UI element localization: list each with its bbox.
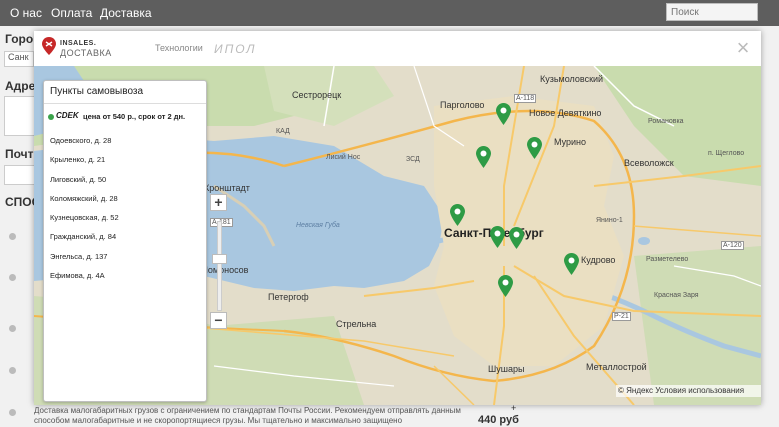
- postcode-field[interactable]: [4, 165, 36, 185]
- logo-subtext: ДОСТАВКА: [60, 48, 112, 58]
- city-label: Горо: [5, 32, 34, 46]
- pickup-points-panel: Пункты самовывоза СDEK цена от 540 р., с…: [43, 80, 207, 402]
- map-label-zsd: ЗСД: [406, 156, 420, 163]
- map-label-lomonosov: Ломоносов: [202, 265, 249, 275]
- map-copyright[interactable]: © Яндекс Условия использования: [616, 385, 761, 397]
- map-label-strelna: Стрельна: [336, 319, 377, 329]
- map-label-metallostroy: Металлострой: [586, 362, 647, 372]
- map-label-vsevolozhsk: Всеволожск: [624, 158, 674, 168]
- cdek-logo: СDEK: [56, 111, 79, 120]
- nav-link-payment[interactable]: Оплата: [51, 6, 92, 20]
- map-label-kudrovo: Кудрово: [581, 255, 616, 265]
- map-label-razmetelevo: Разметелево: [646, 256, 689, 263]
- list-item[interactable]: Коломяжский, д. 28: [50, 194, 200, 213]
- panel-divider: [44, 103, 206, 104]
- map-label-novoe-devyatkino: Новое Девяткино: [529, 108, 602, 118]
- nav-link-about[interactable]: О нас: [10, 6, 42, 20]
- zoom-slider-track[interactable]: [217, 221, 222, 311]
- map-label-krasnaya-zarya: Красная Заря: [654, 292, 699, 299]
- carrier-info: цена от 540 р., срок от 2 дн.: [83, 112, 186, 121]
- map-label-shushary: Шушары: [488, 364, 525, 374]
- pickup-pin-7[interactable]: [564, 253, 579, 275]
- carrier-status-icon: [48, 114, 54, 120]
- ipol-logo: ИПОЛ: [214, 42, 257, 56]
- map-label-romanovka: Романовка: [648, 118, 684, 125]
- postcode-label: Почт: [5, 147, 34, 161]
- shipping-price: 440 руб: [478, 414, 519, 426]
- shipping-radio-1[interactable]: [9, 233, 16, 240]
- map-label-kad: КАД: [276, 128, 290, 135]
- list-item[interactable]: Ефимова, д. 4А: [50, 271, 200, 290]
- zoom-out-button[interactable]: −: [210, 312, 227, 329]
- map-view[interactable]: Кузьмоловский Сестрорецк Парголово Новое…: [34, 66, 761, 405]
- search-input[interactable]: [666, 3, 758, 21]
- map-label-sestroretsk: Сестрорецк: [292, 90, 342, 100]
- pickup-pin-8[interactable]: [498, 275, 513, 297]
- route-shield-p21: P-21: [612, 312, 631, 321]
- pickup-pin-2[interactable]: [527, 137, 542, 159]
- pickup-pin-6[interactable]: [509, 227, 524, 249]
- pickup-pin-4[interactable]: [450, 204, 465, 226]
- address-label: Адре: [5, 79, 36, 93]
- nav-link-delivery[interactable]: Доставка: [100, 6, 152, 20]
- logo-text: INSALES.: [60, 40, 97, 47]
- pickup-pin-1[interactable]: [496, 103, 511, 125]
- insales-logo-icon: [42, 37, 56, 55]
- pickup-pin-3[interactable]: [476, 146, 491, 168]
- technology-label: Технологии: [155, 43, 203, 53]
- shipping-radio-2[interactable]: [9, 274, 16, 281]
- list-item[interactable]: Кузнецовская, д. 52: [50, 213, 200, 232]
- list-item[interactable]: Одоевского, д. 28: [50, 136, 200, 155]
- map-label-kronshtadt: Кронштадт: [204, 183, 250, 193]
- zoom-slider-handle[interactable]: [212, 254, 227, 264]
- shipping-description: Доставка малогабаритных грузов с огранич…: [34, 406, 461, 425]
- map-label-murino: Мурино: [554, 137, 587, 147]
- route-shield-a118: A-118: [514, 94, 537, 103]
- top-navigation: О нас Оплата Доставка: [0, 0, 779, 26]
- address-list: Одоевского, д. 28 Крыленко, д. 21 Лиговс…: [50, 136, 200, 290]
- address-field[interactable]: [4, 96, 36, 136]
- shipping-radio-4[interactable]: [9, 367, 16, 374]
- list-item[interactable]: Крыленко, д. 21: [50, 155, 200, 174]
- route-shield-a120: A-120: [721, 241, 744, 250]
- map-label-nevskaya-guba: Невская Губа: [296, 222, 340, 229]
- list-item[interactable]: Энгельса, д. 137: [50, 252, 200, 271]
- map-label-kuzmolovsky: Кузьмоловский: [540, 74, 604, 84]
- pickup-pin-5[interactable]: [490, 226, 505, 248]
- map-label-shcheglovo: п. Щеглово: [708, 150, 745, 157]
- map-label-yanino: Янино-1: [596, 217, 623, 224]
- shipping-radio-3[interactable]: [9, 325, 16, 332]
- list-item[interactable]: Гражданский, д. 84: [50, 232, 200, 251]
- zoom-in-button[interactable]: +: [210, 194, 227, 211]
- modal-header: INSALES. ДОСТАВКА Технологии ИПОЛ ×: [34, 31, 761, 66]
- city-field[interactable]: Санк: [4, 51, 34, 67]
- carrier-row[interactable]: СDEK цена от 540 р., срок от 2 дн.: [48, 111, 204, 123]
- close-icon[interactable]: ×: [734, 37, 752, 59]
- shipping-radio-5[interactable]: [9, 409, 16, 416]
- map-label-lisiy-nos: Лисий Нос: [326, 154, 361, 161]
- map-label-peterhof: Петергоф: [268, 292, 309, 302]
- pickup-points-modal: INSALES. ДОСТАВКА Технологии ИПОЛ × Кузь…: [34, 31, 761, 405]
- panel-title: Пункты самовывоза: [50, 86, 144, 97]
- list-item[interactable]: Лиговский, д. 50: [50, 175, 200, 194]
- map-label-pargolovo: Парголово: [440, 100, 485, 110]
